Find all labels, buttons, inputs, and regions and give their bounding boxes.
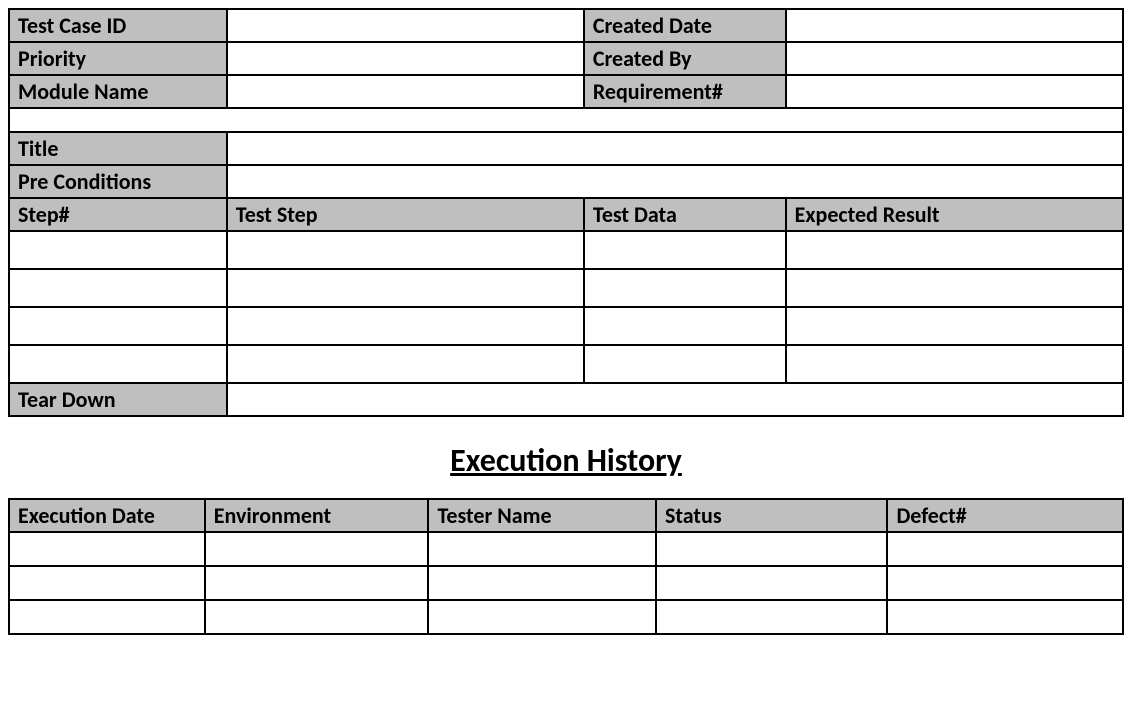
step-row	[9, 269, 1123, 307]
module-name-value	[227, 75, 584, 108]
created-date-value	[786, 9, 1123, 42]
test-case-table: Test Case ID Created Date Priority Creat…	[8, 8, 1124, 417]
requirement-value	[786, 75, 1123, 108]
meta-row-1: Test Case ID Created Date	[9, 9, 1123, 42]
execution-history-table: Execution Date Environment Tester Name S…	[8, 498, 1124, 635]
status-cell	[656, 532, 888, 566]
step-num-cell	[9, 307, 227, 345]
teardown-row: Tear Down	[9, 383, 1123, 416]
test-data-cell	[584, 231, 786, 269]
execution-history-title: Execution History	[8, 441, 1124, 480]
tester-cell	[428, 566, 656, 600]
test-data-header: Test Data	[584, 198, 786, 231]
spacer-row	[9, 108, 1123, 132]
expected-cell	[786, 231, 1123, 269]
tester-cell	[428, 600, 656, 634]
expected-result-header: Expected Result	[786, 198, 1123, 231]
step-num-cell	[9, 231, 227, 269]
history-row	[9, 566, 1123, 600]
defect-cell	[887, 566, 1123, 600]
test-step-cell	[227, 231, 584, 269]
exec-date-cell	[9, 600, 205, 634]
preconditions-value	[227, 165, 1123, 198]
step-num-cell	[9, 345, 227, 383]
status-header: Status	[656, 499, 888, 532]
environment-cell	[205, 600, 429, 634]
step-num-cell	[9, 269, 227, 307]
history-row	[9, 532, 1123, 566]
test-step-header: Test Step	[227, 198, 584, 231]
test-step-cell	[227, 345, 584, 383]
created-by-label: Created By	[584, 42, 786, 75]
defect-cell	[887, 532, 1123, 566]
title-row: Title	[9, 132, 1123, 165]
title-value	[227, 132, 1123, 165]
step-row	[9, 345, 1123, 383]
defect-header: Defect#	[887, 499, 1123, 532]
tester-name-header: Tester Name	[428, 499, 656, 532]
test-step-cell	[227, 307, 584, 345]
expected-cell	[786, 307, 1123, 345]
test-case-id-value	[227, 9, 584, 42]
step-num-header: Step#	[9, 198, 227, 231]
priority-value	[227, 42, 584, 75]
meta-row-2: Priority Created By	[9, 42, 1123, 75]
spacer-cell	[9, 108, 1123, 132]
teardown-value	[227, 383, 1123, 416]
created-by-value	[786, 42, 1123, 75]
exec-date-header: Execution Date	[9, 499, 205, 532]
status-cell	[656, 566, 888, 600]
test-data-cell	[584, 307, 786, 345]
defect-cell	[887, 600, 1123, 634]
history-row	[9, 600, 1123, 634]
step-row	[9, 307, 1123, 345]
title-label: Title	[9, 132, 227, 165]
priority-label: Priority	[9, 42, 227, 75]
environment-header: Environment	[205, 499, 429, 532]
environment-cell	[205, 532, 429, 566]
test-case-id-label: Test Case ID	[9, 9, 227, 42]
tester-cell	[428, 532, 656, 566]
steps-header-row: Step# Test Step Test Data Expected Resul…	[9, 198, 1123, 231]
status-cell	[656, 600, 888, 634]
created-date-label: Created Date	[584, 9, 786, 42]
test-data-cell	[584, 269, 786, 307]
expected-cell	[786, 269, 1123, 307]
teardown-label: Tear Down	[9, 383, 227, 416]
module-name-label: Module Name	[9, 75, 227, 108]
exec-date-cell	[9, 532, 205, 566]
preconditions-row: Pre Conditions	[9, 165, 1123, 198]
preconditions-label: Pre Conditions	[9, 165, 227, 198]
expected-cell	[786, 345, 1123, 383]
history-header-row: Execution Date Environment Tester Name S…	[9, 499, 1123, 532]
environment-cell	[205, 566, 429, 600]
meta-row-3: Module Name Requirement#	[9, 75, 1123, 108]
exec-date-cell	[9, 566, 205, 600]
test-data-cell	[584, 345, 786, 383]
step-row	[9, 231, 1123, 269]
test-step-cell	[227, 269, 584, 307]
requirement-label: Requirement#	[584, 75, 786, 108]
